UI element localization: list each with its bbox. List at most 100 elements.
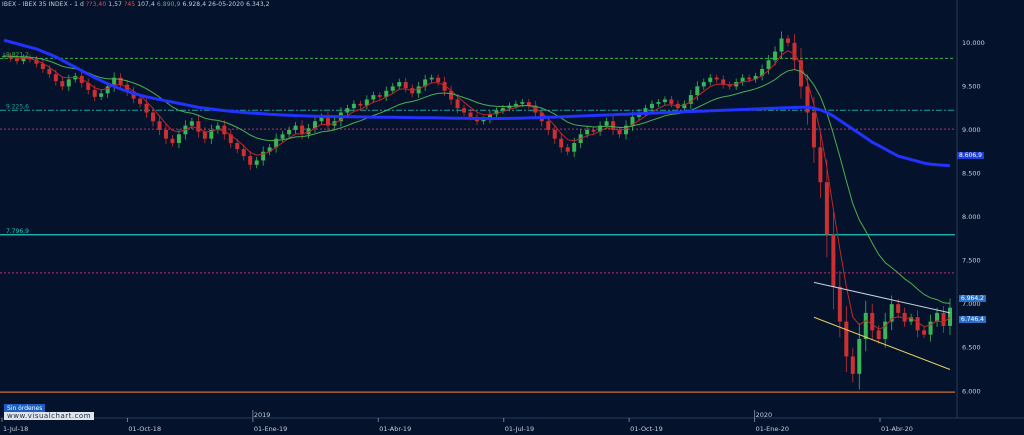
x-tick-label-4: 01-Jul-19 bbox=[505, 425, 534, 433]
y-tick-label-0: 10.000 bbox=[962, 39, 985, 47]
candle-71 bbox=[462, 108, 467, 113]
candle-79 bbox=[513, 103, 518, 106]
x-tick-label-0: 1-Jul-18 bbox=[3, 425, 28, 433]
candle-146 bbox=[948, 307, 952, 326]
candle-87 bbox=[565, 147, 570, 152]
price-label-ma-long: 8.606,9 bbox=[957, 152, 984, 159]
candle-109 bbox=[708, 77, 713, 83]
candle-134 bbox=[870, 312, 875, 331]
candle-142 bbox=[922, 330, 927, 335]
level-label-3: 7.796,9 bbox=[6, 228, 29, 235]
candle-84 bbox=[546, 121, 551, 130]
header-value-6: 6.928,4 bbox=[182, 1, 207, 8]
candle-55 bbox=[358, 103, 363, 106]
candle-8 bbox=[53, 74, 58, 82]
candle-61 bbox=[397, 82, 402, 87]
candle-102 bbox=[662, 99, 667, 103]
candle-36 bbox=[235, 143, 240, 150]
candle-133 bbox=[863, 312, 868, 340]
candle-39 bbox=[254, 160, 259, 165]
header-value-7: 6.343,2 bbox=[246, 1, 270, 8]
candle-127 bbox=[824, 182, 829, 235]
candle-72 bbox=[468, 112, 473, 117]
candle-110 bbox=[714, 77, 719, 80]
candle-46 bbox=[300, 125, 305, 135]
candle-67 bbox=[436, 77, 441, 83]
candle-62 bbox=[403, 82, 408, 89]
candle-31 bbox=[202, 131, 207, 139]
candle-101 bbox=[656, 102, 661, 104]
candle-15 bbox=[99, 93, 104, 97]
y-tick-label-3: 8.500 bbox=[962, 170, 981, 178]
candle-58 bbox=[377, 95, 382, 97]
header-value-5: 6.890,9 bbox=[156, 1, 181, 8]
candle-123 bbox=[798, 60, 803, 87]
candle-34 bbox=[222, 125, 227, 135]
candle-30 bbox=[196, 121, 201, 132]
y-tick-label-5: 7.500 bbox=[962, 257, 981, 265]
candle-18 bbox=[118, 77, 123, 85]
candle-90 bbox=[585, 129, 590, 135]
candle-27 bbox=[176, 134, 181, 144]
candle-115 bbox=[747, 77, 752, 80]
candle-103 bbox=[669, 99, 674, 104]
candle-70 bbox=[455, 99, 460, 109]
candle-53 bbox=[345, 108, 350, 113]
candle-122 bbox=[792, 42, 797, 61]
candle-10 bbox=[66, 79, 71, 87]
x-tick-label-2: 01-Ene-19 bbox=[254, 425, 287, 433]
candle-130 bbox=[844, 321, 849, 357]
candle-132 bbox=[857, 339, 862, 374]
candle-107 bbox=[695, 86, 700, 96]
chart-header: IBEX - IBEX 35 INDEX - 1 d ??3,40 1,57 ?… bbox=[2, 1, 270, 8]
candle-145 bbox=[941, 312, 946, 326]
candle-138 bbox=[896, 304, 901, 313]
candle-21 bbox=[138, 98, 143, 104]
candle-14 bbox=[92, 89, 97, 97]
candle-129 bbox=[837, 286, 842, 322]
candle-93 bbox=[604, 121, 609, 126]
y-tick-label-1: 9.500 bbox=[962, 82, 981, 90]
year-marker-0: 2019 bbox=[254, 411, 271, 419]
candle-43 bbox=[280, 134, 285, 139]
watermark: www.visualchart.com bbox=[4, 412, 95, 420]
x-tick-label-6: 01-Ene-20 bbox=[756, 425, 789, 433]
header-value-1: ??3,40 bbox=[85, 1, 107, 8]
timeframe-label: 1 d bbox=[74, 1, 84, 8]
candle-77 bbox=[500, 108, 505, 111]
candle-38 bbox=[248, 156, 253, 165]
candle-54 bbox=[351, 103, 356, 109]
candle-57 bbox=[371, 95, 376, 100]
y-tick-label-2: 9.000 bbox=[962, 126, 981, 134]
candle-91 bbox=[591, 129, 596, 132]
candle-7 bbox=[47, 68, 52, 75]
price-chart[interactable]: 9.821,29.225,67.796,910.0009.5009.0008.5… bbox=[0, 0, 1024, 435]
candle-22 bbox=[144, 103, 149, 113]
candle-29 bbox=[189, 121, 194, 126]
candle-135 bbox=[876, 330, 881, 340]
candle-45 bbox=[293, 125, 298, 130]
candle-85 bbox=[552, 129, 557, 139]
candle-86 bbox=[559, 138, 564, 148]
symbol-label: IBEX - IBEX 35 INDEX bbox=[2, 1, 68, 8]
candle-25 bbox=[163, 129, 168, 139]
candle-60 bbox=[390, 86, 395, 91]
candle-26 bbox=[170, 138, 175, 144]
x-tick-label-7: 01-Abr-20 bbox=[881, 425, 913, 433]
x-tick-label-3: 01-Abr-19 bbox=[379, 425, 411, 433]
year-marker-1: 2020 bbox=[756, 411, 773, 419]
candle-9 bbox=[60, 81, 65, 87]
candle-108 bbox=[701, 82, 706, 87]
candle-23 bbox=[151, 112, 156, 122]
candle-121 bbox=[786, 38, 791, 43]
level-label-1: 9.225,6 bbox=[6, 103, 29, 110]
candle-88 bbox=[572, 143, 577, 152]
candle-128 bbox=[831, 234, 836, 287]
candle-64 bbox=[416, 86, 421, 94]
header-value-3: ?45 bbox=[124, 1, 136, 8]
candle-118 bbox=[766, 60, 771, 69]
price-label-ma-mid: 6.746,4 bbox=[959, 316, 986, 323]
candle-100 bbox=[649, 103, 654, 109]
candle-119 bbox=[773, 51, 778, 61]
candle-80 bbox=[520, 102, 525, 104]
